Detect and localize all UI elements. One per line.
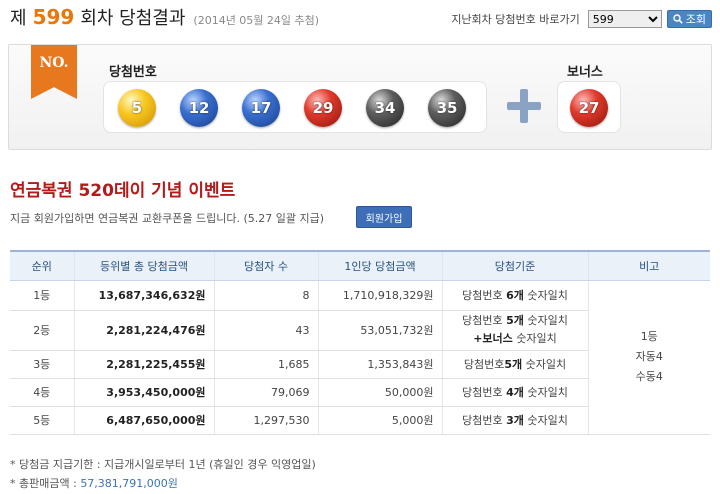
winners-cell: 43 — [213, 310, 318, 351]
bonus-ball: 27 — [570, 89, 608, 127]
no-ribbon: NO. — [31, 45, 77, 99]
col-criteria: 당첨기준 — [441, 250, 588, 281]
winners-cell: 8 — [213, 280, 318, 311]
round-jump-label: 지난회차 당첨번호 바로가기 — [451, 13, 580, 26]
result-panel: NO. 당첨번호 보너스 5 12 17 29 34 35 27 — [8, 44, 712, 150]
search-icon — [673, 14, 683, 24]
prize-table: 순위 등위별 총 당첨금액 당첨자 수 1인당 당첨금액 당첨기준 비고 1등 … — [10, 250, 710, 435]
plus-icon — [507, 89, 541, 123]
event-description: 지금 회원가입하면 연금복권 교환쿠폰을 드립니다. (5.27 일괄 지급) — [10, 212, 325, 225]
col-winners: 당첨자 수 — [213, 250, 318, 281]
ball-3: 17 — [242, 89, 280, 127]
per-winner-cell: 5,000원 — [317, 406, 442, 435]
ball-4: 29 — [304, 89, 342, 127]
per-winner-cell: 1,353,843원 — [317, 350, 442, 379]
criteria-cell: 당첨번호 6개 숫자일치 — [441, 280, 588, 311]
winners-cell: 79,069 — [213, 378, 318, 407]
ball-2: 12 — [180, 89, 218, 127]
rank-cell: 3등 — [10, 350, 74, 379]
per-winner-cell: 53,051,732원 — [317, 310, 442, 351]
note-cell: 1등 자동4 수동4 — [587, 280, 710, 435]
rank-cell: 5등 — [10, 406, 74, 435]
col-total-prize: 등위별 총 당첨금액 — [73, 250, 214, 281]
ball-5: 34 — [366, 89, 404, 127]
title-suffix: 회차 당첨결과 — [80, 8, 186, 29]
ball-1: 5 — [118, 89, 156, 127]
ball-6: 35 — [428, 89, 466, 127]
table-header-row: 순위 등위별 총 당첨금액 당첨자 수 1인당 당첨금액 당첨기준 비고 — [10, 250, 710, 281]
table-row: 1등 13,687,346,632원 8 1,710,918,329원 당첨번호… — [10, 280, 710, 435]
rank-cell: 1등 — [10, 280, 74, 311]
per-winner-cell: 1,710,918,329원 — [317, 280, 442, 311]
criteria-cell: 당첨번호 3개 숫자일치 — [441, 406, 588, 435]
criteria-cell: 당첨번호 4개 숫자일치 — [441, 378, 588, 407]
draw-date: (2014년 05월 24일 추첨) — [193, 14, 320, 27]
event-title: 연금복권 520데이 기념 이벤트 — [10, 181, 236, 201]
bonus-label: 보너스 — [567, 65, 603, 80]
col-rank: 순위 — [10, 250, 74, 281]
criteria-cell: 당첨번호5개 숫자일치 — [441, 350, 588, 379]
title-prefix: 제 — [10, 8, 27, 29]
winners-cell: 1,297,530 — [213, 406, 318, 435]
winning-numbers-label: 당첨번호 — [109, 65, 157, 80]
total-cell: 2,281,225,455원 — [73, 350, 214, 379]
total-cell: 6,487,650,000원 — [73, 406, 214, 435]
round-number: 599 — [32, 5, 75, 29]
rank-cell: 2등 — [10, 310, 74, 351]
bonus-ball-box: 27 — [557, 81, 621, 133]
page-title: 제 599 회차 당첨결과 (2014년 05월 24일 추첨) — [10, 4, 319, 34]
winning-balls: 5 12 17 29 34 35 — [103, 81, 487, 133]
total-cell: 13,687,346,632원 — [73, 280, 214, 311]
total-sales-label: * 총판매금액 : — [10, 477, 77, 490]
payment-deadline-note: * 당첨금 지급기한 : 지급개시일로부터 1년 (휴일인 경우 익영업일) — [10, 458, 316, 471]
search-button[interactable]: 조회 — [666, 10, 712, 28]
winners-cell: 1,685 — [213, 350, 318, 379]
total-cell: 3,953,450,000원 — [73, 378, 214, 407]
per-winner-cell: 50,000원 — [317, 378, 442, 407]
join-button[interactable]: 회원가입 — [356, 206, 412, 228]
round-jump: 지난회차 당첨번호 바로가기 599 조회 — [451, 10, 712, 28]
col-note: 비고 — [587, 250, 710, 281]
total-sales: * 총판매금액 : 57,381,791,000원 — [10, 475, 178, 491]
total-sales-value: 57,381,791,000원 — [80, 477, 178, 490]
criteria-cell: 당첨번호 5개 숫자일치 +보너스 숫자일치 — [441, 310, 588, 351]
col-per-winner: 1인당 당첨금액 — [317, 250, 442, 281]
rank-cell: 4등 — [10, 378, 74, 407]
search-button-label: 조회 — [685, 13, 706, 26]
total-cell: 2,281,224,476원 — [73, 310, 214, 351]
round-select[interactable]: 599 — [587, 10, 662, 28]
